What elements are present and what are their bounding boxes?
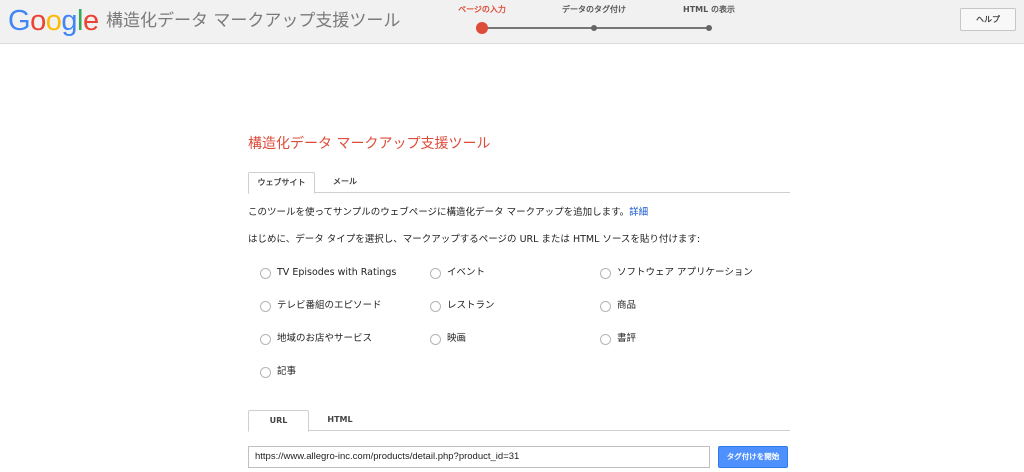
option-label: 記事: [277, 366, 297, 377]
step-label-tagging: データのタグ付け: [562, 5, 626, 14]
radio-button[interactable]: [600, 268, 611, 279]
radio-button[interactable]: [260, 301, 271, 312]
option-label: TV Episodes with Ratings: [277, 267, 397, 278]
option-label: テレビ番組のエピソード: [277, 300, 382, 311]
intro-sentence: このツールを使ってサンプルのウェブページに構造化データ マークアップを追加します…: [248, 207, 630, 218]
step-dot: [706, 25, 712, 31]
option-label: レストラン: [447, 300, 495, 311]
source-tabs: ウェブサイト メール: [248, 172, 790, 194]
tab-website[interactable]: ウェブサイト: [248, 172, 315, 194]
top-header: Google 構造化データ マークアップ支援ツール ページの入力 データのタグ付…: [0, 0, 1024, 44]
radio-button[interactable]: [260, 367, 271, 378]
logo-letter: e: [82, 5, 99, 37]
google-logo: Google: [8, 6, 99, 36]
app-title: 構造化データ マークアップ支援ツール: [106, 11, 401, 31]
radio-button[interactable]: [430, 301, 441, 312]
tab-html[interactable]: HTML: [314, 410, 366, 431]
option-label: 書評: [617, 333, 637, 344]
logo-letter: g: [61, 5, 77, 37]
page-title: 構造化データ マークアップ支援ツール: [248, 136, 491, 152]
start-tagging-button[interactable]: タグ付けを開始: [718, 446, 788, 468]
option-label: 地域のお店やサービス: [277, 333, 373, 344]
option-label: 映画: [447, 333, 467, 344]
step-label-page-input: ページの入力: [458, 5, 506, 14]
step-label-html: HTML の表示: [683, 5, 735, 14]
step-dot: [591, 25, 597, 31]
tab-email[interactable]: メール: [320, 172, 370, 193]
radio-button[interactable]: [600, 301, 611, 312]
url-input[interactable]: https://www.allegro-inc.com/products/det…: [248, 446, 710, 468]
radio-button[interactable]: [600, 334, 611, 345]
option-label: イベント: [447, 267, 486, 278]
step-dot-active: [476, 22, 488, 34]
radio-button[interactable]: [260, 268, 271, 279]
option-label: ソフトウェア アプリケーション: [617, 267, 753, 278]
radio-button[interactable]: [430, 334, 441, 345]
input-tabs: URL HTML: [248, 410, 790, 432]
instruction-text: はじめに、データ タイプを選択し、マークアップするページの URL または HT…: [248, 234, 701, 245]
details-link[interactable]: 詳細: [629, 207, 648, 218]
help-button[interactable]: ヘルプ: [960, 8, 1016, 31]
progress-steps: ページの入力 データのタグ付け HTML の表示: [458, 4, 735, 40]
tab-url[interactable]: URL: [248, 410, 309, 432]
logo-letter: o: [30, 5, 46, 37]
option-label: 商品: [617, 300, 637, 311]
logo-letter: o: [45, 5, 62, 37]
logo-letter: G: [8, 5, 31, 37]
intro-text: このツールを使ってサンプルのウェブページに構造化データ マークアップを追加します…: [248, 207, 648, 219]
radio-button[interactable]: [260, 334, 271, 345]
radio-button[interactable]: [430, 268, 441, 279]
